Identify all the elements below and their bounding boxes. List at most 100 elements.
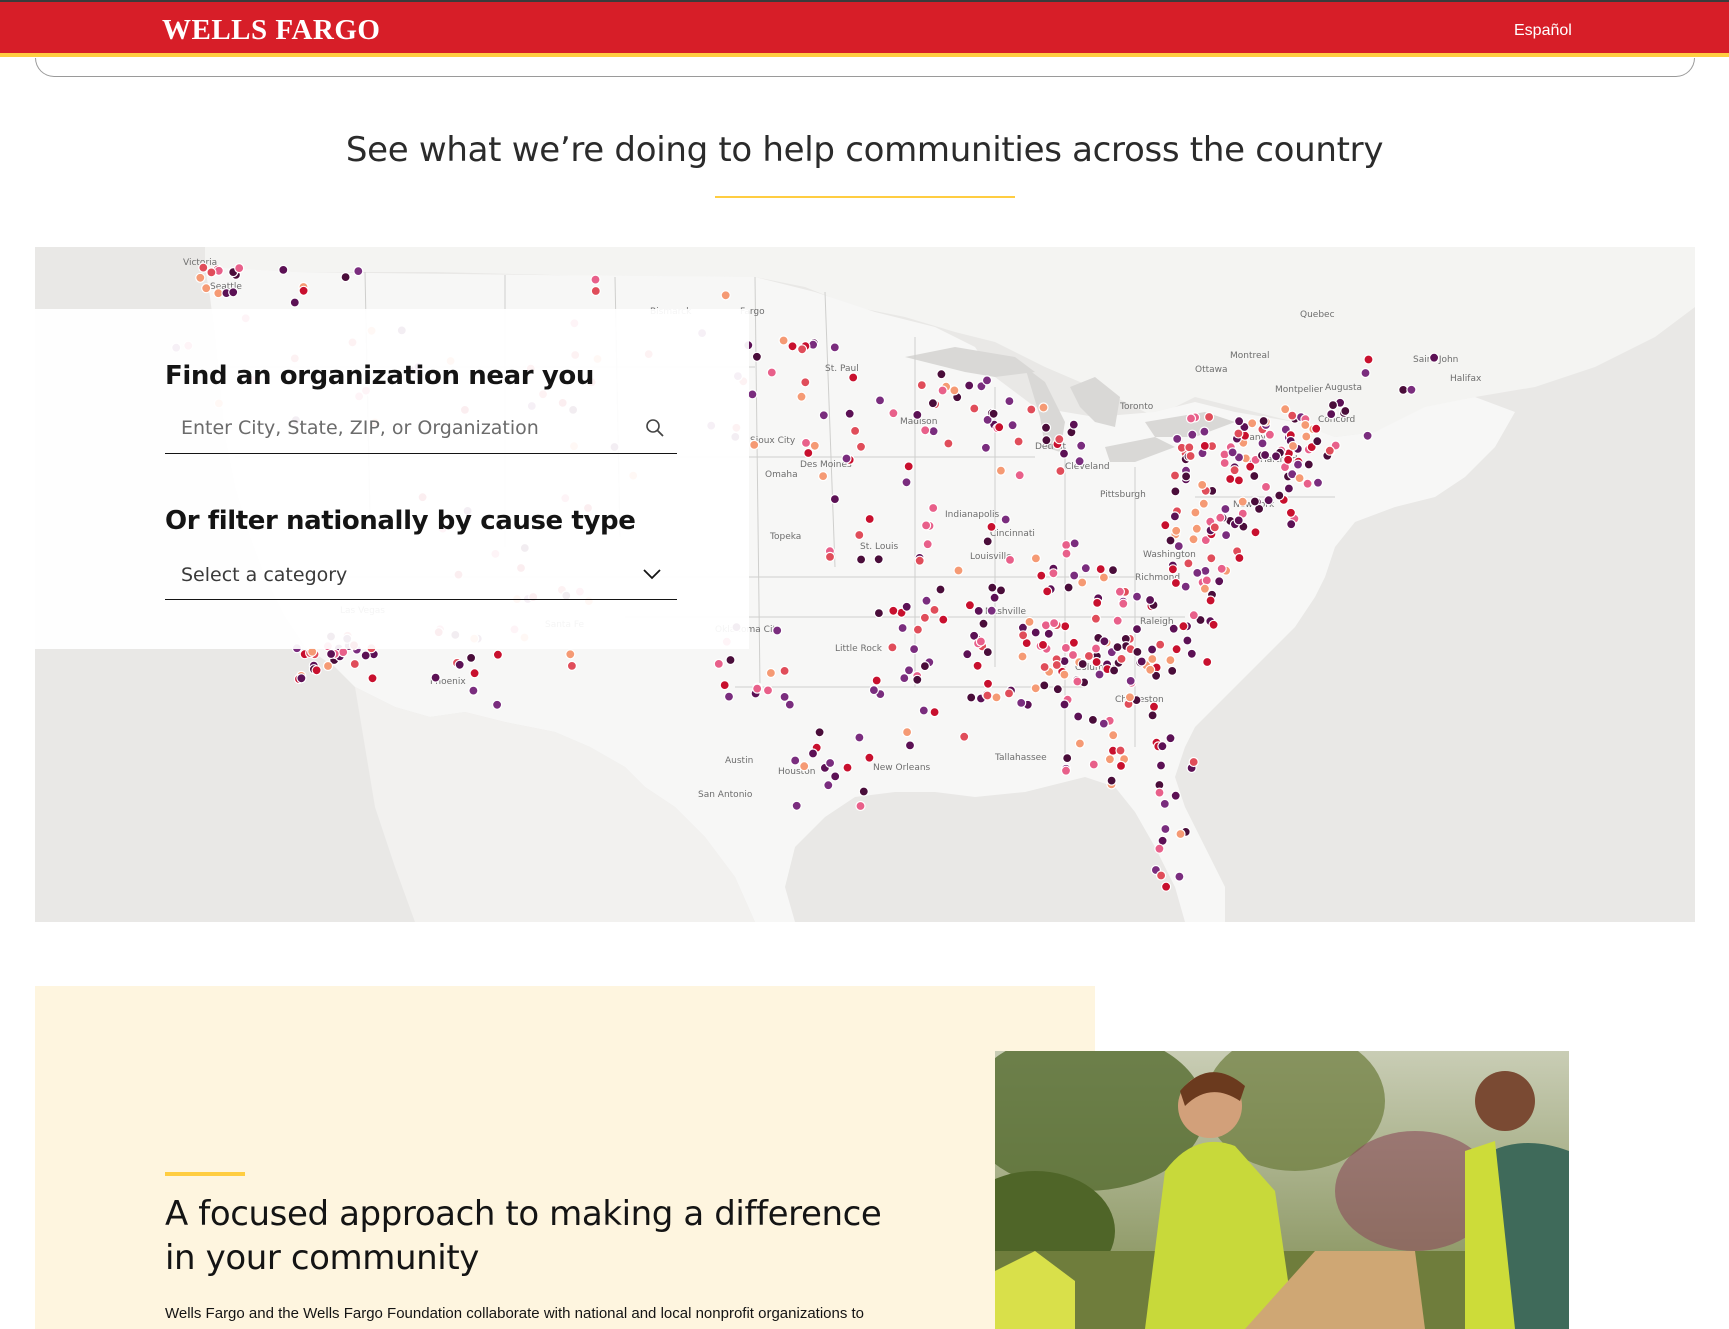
category-select[interactable]: Select a category [165, 551, 677, 600]
organization-marker[interactable] [1131, 591, 1143, 602]
organization-marker[interactable] [904, 740, 916, 751]
organization-marker[interactable] [1060, 765, 1072, 776]
organization-marker[interactable] [1145, 664, 1156, 675]
organization-marker[interactable] [912, 624, 924, 635]
organization-marker[interactable] [986, 605, 997, 616]
organization-marker[interactable] [1220, 530, 1232, 541]
organization-marker[interactable] [234, 263, 245, 274]
organization-marker[interactable] [1300, 419, 1311, 431]
organization-marker[interactable] [1312, 436, 1323, 447]
organization-marker[interactable] [1077, 658, 1088, 670]
organization-marker[interactable] [719, 680, 730, 691]
organization-marker[interactable] [228, 287, 239, 298]
organization-marker[interactable] [864, 752, 875, 763]
organization-marker[interactable] [1225, 473, 1236, 485]
organization-marker[interactable] [311, 665, 322, 676]
organization-marker[interactable] [1180, 471, 1192, 482]
organization-marker[interactable] [1327, 400, 1339, 411]
organization-marker[interactable] [1167, 665, 1178, 676]
organization-marker[interactable] [492, 649, 503, 660]
organization-marker[interactable] [1144, 594, 1156, 606]
organization-marker[interactable] [937, 385, 948, 396]
organization-marker[interactable] [1136, 656, 1147, 667]
organization-marker[interactable] [978, 618, 989, 629]
organization-marker[interactable] [888, 605, 899, 616]
organization-marker[interactable] [1160, 881, 1172, 892]
chevron-down-icon[interactable] [641, 566, 663, 582]
organization-marker[interactable] [1147, 710, 1158, 721]
organization-marker[interactable] [829, 494, 841, 505]
organization-marker[interactable] [912, 409, 923, 420]
organization-marker[interactable] [1098, 572, 1110, 583]
organization-marker[interactable] [1283, 483, 1295, 494]
organization-marker[interactable] [929, 707, 940, 718]
organization-marker[interactable] [1040, 620, 1052, 631]
organization-marker[interactable] [1257, 438, 1268, 449]
organization-marker[interactable] [874, 395, 886, 406]
organization-marker[interactable] [1112, 642, 1123, 653]
organization-marker[interactable] [919, 612, 931, 623]
organization-marker[interactable] [1292, 459, 1304, 470]
organization-marker[interactable] [982, 647, 993, 658]
organization-marker[interactable] [962, 649, 973, 660]
organization-marker[interactable] [844, 408, 855, 419]
organization-marker[interactable] [1294, 473, 1305, 484]
organization-marker[interactable] [454, 659, 465, 670]
organization-marker[interactable] [1055, 465, 1066, 477]
organization-marker[interactable] [1090, 613, 1102, 624]
organization-marker[interactable] [1160, 823, 1171, 835]
organization-marker[interactable] [995, 585, 1007, 596]
organization-marker[interactable] [1174, 871, 1185, 882]
organization-marker[interactable] [888, 408, 899, 419]
organization-marker[interactable] [430, 672, 441, 683]
organization-marker[interactable] [1233, 416, 1245, 427]
organization-marker[interactable] [1259, 449, 1271, 461]
organization-marker[interactable] [927, 398, 939, 409]
organization-marker[interactable] [842, 762, 853, 773]
organization-marker[interactable] [1311, 423, 1322, 434]
organization-marker[interactable] [1118, 598, 1129, 609]
organization-marker[interactable] [1171, 644, 1182, 655]
organization-marker[interactable] [1004, 554, 1016, 565]
organization-marker[interactable] [1146, 644, 1158, 655]
organization-marker[interactable] [1180, 581, 1191, 592]
organization-marker[interactable] [1312, 477, 1324, 488]
organization-marker[interactable] [1168, 623, 1179, 634]
organization-marker[interactable] [823, 780, 834, 791]
organization-marker[interactable] [1080, 563, 1091, 574]
organization-marker[interactable] [809, 440, 820, 451]
organization-marker[interactable] [841, 453, 852, 464]
organization-marker[interactable] [1208, 619, 1219, 630]
organization-marker[interactable] [752, 683, 763, 694]
organization-marker[interactable] [817, 471, 829, 482]
organization-marker[interactable] [590, 274, 601, 285]
organization-marker[interactable] [1115, 760, 1127, 772]
organization-marker[interactable] [1004, 396, 1015, 407]
organization-marker[interactable] [1237, 496, 1248, 507]
organization-marker[interactable] [873, 608, 885, 619]
organization-marker[interactable] [1165, 655, 1176, 666]
organization-marker[interactable] [928, 426, 939, 437]
organization-marker[interactable] [198, 262, 209, 273]
organization-marker[interactable] [1205, 595, 1216, 606]
organization-marker[interactable] [1287, 410, 1298, 421]
organization-marker[interactable] [468, 685, 479, 696]
organization-marker[interactable] [1077, 577, 1088, 588]
organization-marker[interactable] [1048, 618, 1060, 629]
organization-marker[interactable] [1245, 461, 1256, 472]
organization-marker[interactable] [919, 661, 931, 672]
organization-marker[interactable] [1167, 564, 1179, 575]
organization-marker[interactable] [903, 665, 915, 676]
organization-marker[interactable] [1073, 711, 1084, 722]
organization-marker[interactable] [1038, 402, 1049, 413]
organization-marker[interactable] [1202, 656, 1213, 668]
organization-marker[interactable] [1154, 787, 1165, 798]
organization-marker[interactable] [1024, 616, 1035, 627]
organization-marker[interactable] [901, 601, 912, 612]
organization-marker[interactable] [1030, 553, 1042, 564]
organization-marker[interactable] [1157, 741, 1168, 752]
organization-marker[interactable] [858, 786, 869, 797]
organization-marker[interactable] [796, 344, 808, 355]
organization-marker[interactable] [1092, 597, 1103, 608]
organization-marker[interactable] [1048, 568, 1059, 579]
